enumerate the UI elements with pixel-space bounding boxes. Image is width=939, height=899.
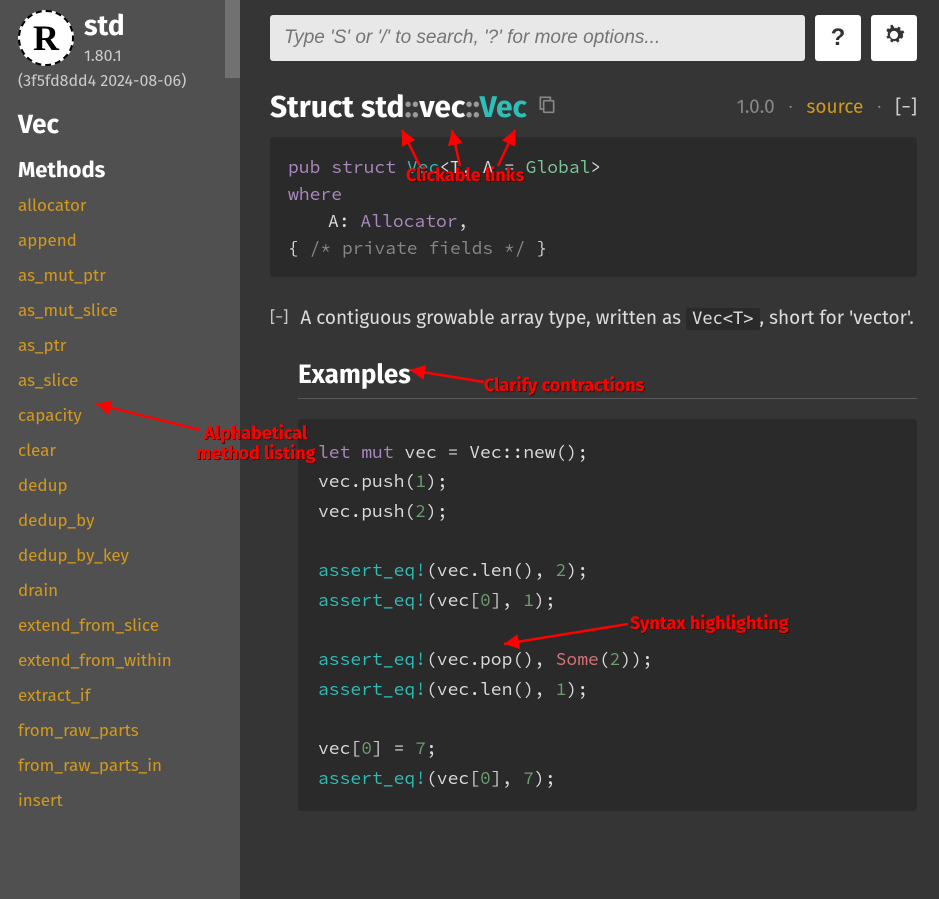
sidebar-method-insert[interactable]: insert: [18, 790, 228, 811]
collapse-toggle[interactable]: [−]: [270, 305, 288, 327]
crate-build: (3f5fd8dd4 2024-08-06): [18, 72, 228, 91]
divider: [298, 398, 917, 399]
sidebar-method-append[interactable]: append: [18, 230, 228, 251]
kw-struct: struct: [331, 155, 396, 178]
sidebar-method-capacity[interactable]: capacity: [18, 405, 228, 426]
sidebar-method-clear[interactable]: clear: [18, 440, 228, 461]
crate-name[interactable]: std: [84, 10, 125, 43]
sidebar-method-allocator[interactable]: allocator: [18, 195, 228, 216]
scrollbar-thumb[interactable]: [225, 0, 240, 78]
sidebar-method-as_slice[interactable]: as_slice: [18, 370, 228, 391]
settings-button[interactable]: [871, 15, 917, 61]
sidebar-method-extract_if[interactable]: extract_if: [18, 685, 228, 706]
gear-icon: [880, 21, 908, 56]
sidebar-method-dedup[interactable]: dedup: [18, 475, 228, 496]
sig-generics-close: >: [590, 155, 601, 178]
sidebar-method-extend_from_within[interactable]: extend_from_within: [18, 650, 228, 671]
source-link[interactable]: source: [807, 96, 864, 119]
sidebar-method-dedup_by_key[interactable]: dedup_by_key: [18, 545, 228, 566]
topbar: ?: [270, 15, 917, 61]
signature-block: pub struct Vec<T, A = Global> where A: A…: [270, 137, 917, 277]
rust-logo[interactable]: R: [18, 10, 74, 66]
copy-path-icon[interactable]: [537, 93, 557, 121]
sidebar-method-from_raw_parts[interactable]: from_raw_parts: [18, 720, 228, 741]
sig-name: Vec: [407, 155, 439, 178]
help-button[interactable]: ?: [815, 15, 861, 61]
path-vec[interactable]: vec: [419, 89, 465, 125]
sidebar-method-as_mut_slice[interactable]: as_mut_slice: [18, 300, 228, 321]
kw-where: where: [288, 182, 342, 205]
description: A contiguous growable array type, writte…: [300, 305, 914, 333]
sig-generics-open: <T, A =: [439, 155, 525, 178]
path-type[interactable]: Vec: [480, 89, 527, 125]
crate-version: 1.80.1: [84, 47, 125, 66]
method-list: allocator append as_mut_ptr as_mut_slice as_…: [18, 195, 228, 811]
item-kind: Struct: [270, 89, 354, 125]
sig-param-a: A: [328, 209, 339, 232]
page-title: Struct std::vec::Vec: [270, 89, 527, 125]
sig-global[interactable]: Global: [526, 155, 591, 178]
example-code-block: let mut vec = Vec::new(); vec.push(1); v…: [298, 419, 917, 811]
sig-trait-allocator[interactable]: Allocator: [360, 209, 457, 232]
since-version: 1.0.0: [737, 96, 775, 119]
collapse-all-toggle[interactable]: [−]: [895, 96, 917, 119]
kw-pub: pub: [288, 155, 320, 178]
desc-code: Vec<T>: [686, 308, 759, 330]
sig-private-fields: /* private fields */: [310, 236, 526, 259]
examples-heading: Examples: [298, 359, 917, 390]
sidebar-method-from_raw_parts_in[interactable]: from_raw_parts_in: [18, 755, 228, 776]
search-input[interactable]: [270, 15, 805, 61]
path-std[interactable]: std: [361, 89, 405, 125]
sidebar-method-as_ptr[interactable]: as_ptr: [18, 335, 228, 356]
title-row: Struct std::vec::Vec 1.0.0 · source · [−…: [270, 89, 917, 125]
main-content: ? Struct std::vec::Vec 1.0.0 · source · …: [240, 0, 939, 899]
sidebar: R std 1.80.1 (3f5fd8dd4 2024-08-06) Vec …: [0, 0, 240, 899]
sidebar-method-as_mut_ptr[interactable]: as_mut_ptr: [18, 265, 228, 286]
type-heading[interactable]: Vec: [18, 109, 228, 140]
methods-heading: Methods: [18, 156, 228, 183]
sidebar-method-dedup_by[interactable]: dedup_by: [18, 510, 228, 531]
sidebar-method-drain[interactable]: drain: [18, 580, 228, 601]
sidebar-method-extend_from_slice[interactable]: extend_from_slice: [18, 615, 228, 636]
